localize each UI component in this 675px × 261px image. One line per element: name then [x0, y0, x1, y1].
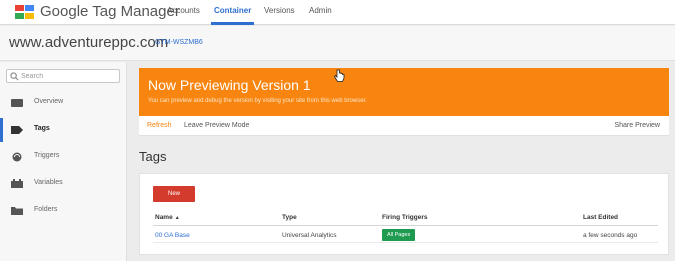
- leave-preview-link[interactable]: Leave Preview Mode: [184, 122, 249, 129]
- sidebar-item-label: Folders: [34, 206, 58, 213]
- sidebar-item-tags[interactable]: Tags: [0, 118, 126, 142]
- firing-trigger-chip[interactable]: All Pages: [382, 229, 416, 241]
- sidebar: Overview Tags Triggers Variables Folders: [0, 62, 127, 261]
- search-box[interactable]: [6, 69, 120, 83]
- column-header-name[interactable]: Name ▲: [155, 214, 180, 221]
- column-header-type[interactable]: Type: [282, 214, 297, 221]
- column-header-firing-triggers[interactable]: Firing Triggers: [382, 214, 428, 221]
- tag-name-link[interactable]: 00 GA Base: [155, 232, 190, 239]
- sidebar-item-label: Variables: [34, 179, 63, 186]
- tag-icon: [11, 126, 23, 134]
- tags-card: New Name ▲ Type Firing Triggers Last Edit…: [139, 173, 669, 255]
- account-header: www.adventureppc.com GTM-WSZMB6: [0, 26, 675, 61]
- active-tab-indicator: [211, 22, 254, 25]
- folder-icon: [11, 207, 23, 215]
- tab-container[interactable]: Container: [214, 6, 251, 15]
- trigger-icon: [12, 152, 22, 162]
- refresh-link[interactable]: Refresh: [147, 122, 172, 129]
- variables-icon: [11, 179, 23, 188]
- sidebar-item-label: Tags: [34, 125, 50, 132]
- sidebar-item-overview[interactable]: Overview: [0, 91, 126, 115]
- account-name[interactable]: www.adventureppc.com: [9, 34, 168, 51]
- search-input[interactable]: [21, 71, 117, 82]
- top-nav: Google Tag Manager Accounts Container Ve…: [0, 0, 675, 25]
- google-tag-manager-logo[interactable]: [14, 3, 36, 21]
- container-id[interactable]: GTM-WSZMB6: [155, 39, 203, 46]
- tab-accounts[interactable]: Accounts: [167, 6, 200, 15]
- header-divider: [153, 225, 658, 226]
- search-icon: [10, 72, 19, 81]
- sidebar-item-label: Triggers: [34, 152, 60, 159]
- share-preview-link[interactable]: Share Preview: [614, 122, 660, 129]
- sidebar-item-variables[interactable]: Variables: [0, 172, 126, 196]
- preview-banner: Now Previewing Version 1 You can preview…: [139, 68, 669, 116]
- tab-admin[interactable]: Admin: [309, 6, 332, 15]
- tag-type: Universal Analytics: [282, 232, 337, 239]
- sidebar-item-label: Overview: [34, 98, 64, 105]
- sort-ascending-icon: ▲: [174, 215, 180, 221]
- new-tag-button[interactable]: New: [153, 186, 195, 202]
- preview-title: Now Previewing Version 1: [148, 77, 311, 93]
- hand-cursor-icon: [333, 69, 345, 82]
- tab-versions[interactable]: Versions: [264, 6, 295, 15]
- preview-subtitle: You can preview and debug the version by…: [148, 98, 367, 104]
- app-title: Google Tag Manager: [40, 3, 180, 20]
- sidebar-item-triggers[interactable]: Triggers: [0, 145, 126, 169]
- page-title: Tags: [139, 149, 167, 164]
- overview-icon: [11, 99, 23, 107]
- row-divider: [153, 242, 658, 243]
- preview-actions: Refresh Leave Preview Mode Share Preview: [139, 116, 669, 136]
- column-header-last-edited[interactable]: Last Edited: [583, 214, 618, 221]
- column-header-label: Name: [155, 214, 173, 221]
- sidebar-item-folders[interactable]: Folders: [0, 199, 126, 223]
- last-edited: a few seconds ago: [583, 232, 638, 239]
